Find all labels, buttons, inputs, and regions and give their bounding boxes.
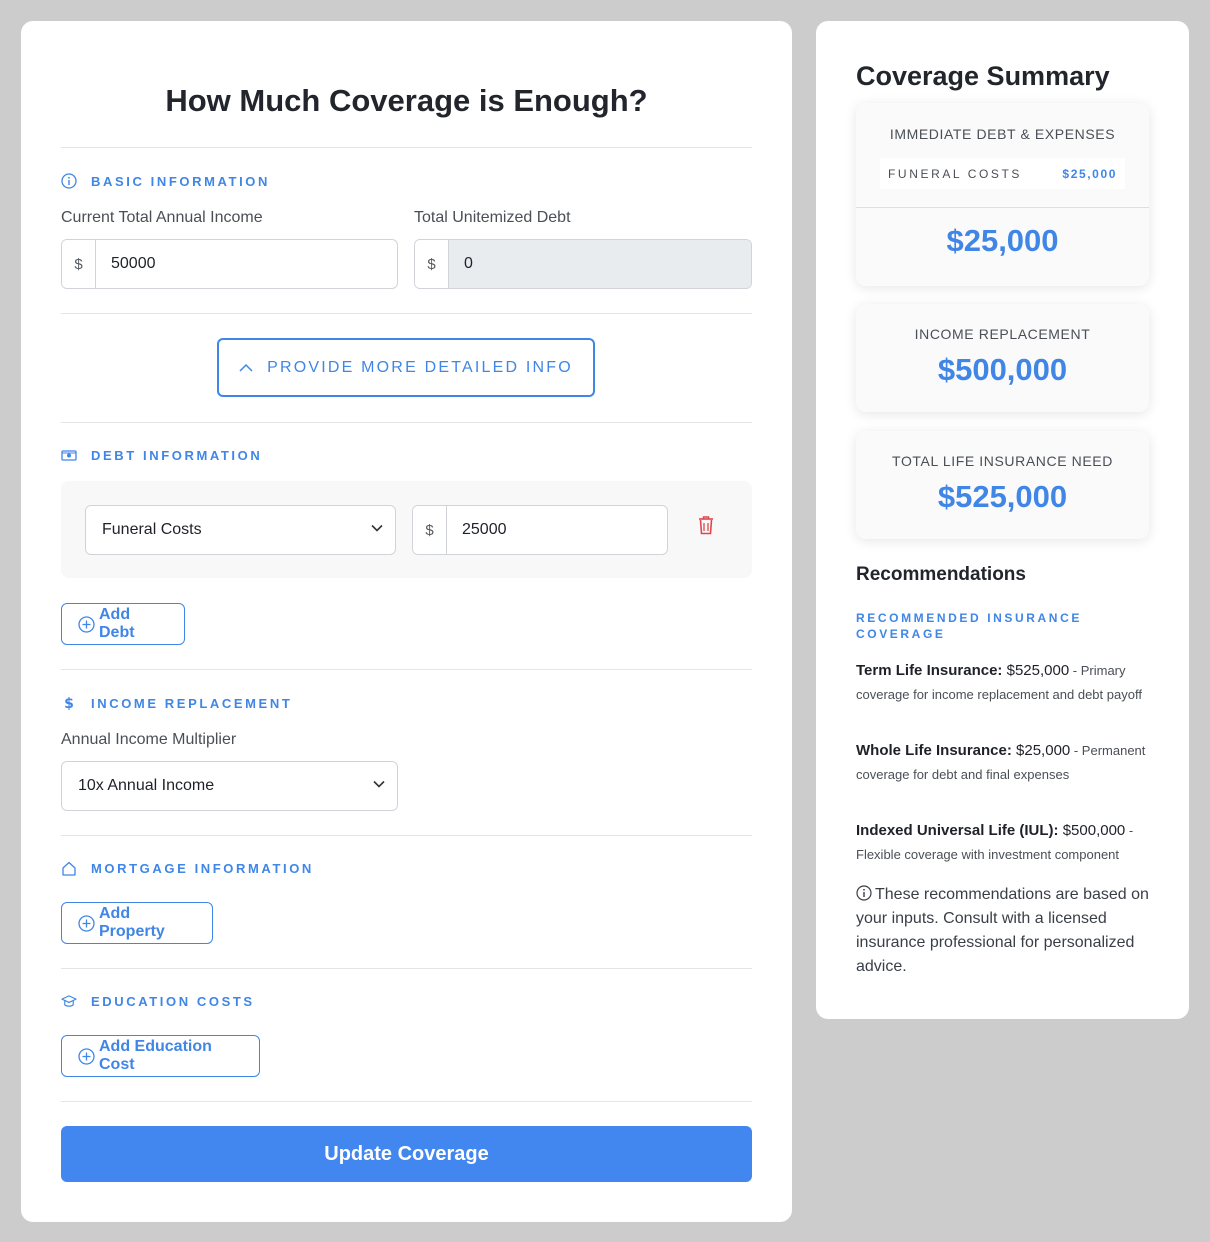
currency-prefix: $ [415,240,449,288]
recommendation-amount: $25,000 [1011,742,1071,759]
add-debt-button[interactable]: Add Debt [61,603,185,645]
divider [856,207,1149,208]
funeral-costs-value: $25,000 [1062,166,1117,181]
recommendation-name: Term Life Insurance: [856,662,1003,679]
income-label: Current Total Annual Income [61,209,263,226]
page-title: How Much Coverage is Enough? [165,83,648,118]
section-heading: DEBT INFORMATION [91,447,263,463]
income-multiplier-selected: 10x Annual Income [78,777,215,794]
divider [61,422,752,423]
recommendation-iul: Indexed Universal Life (IUL): $500,000 -… [856,819,1156,867]
add-debt-label: Add Debt [99,606,135,641]
divider [61,669,752,670]
graduation-cap-icon [61,993,77,1009]
section-basic-information: BASIC INFORMATION [61,171,270,191]
divider [61,835,752,836]
dollar-icon: $ [61,695,77,711]
add-education-cost-button[interactable]: Add Education Cost [61,1035,260,1077]
income-replacement-label: INCOME REPLACEMENT [914,326,1091,342]
svg-text:$: $ [64,696,74,711]
total-need-label: TOTAL LIFE INSURANCE NEED [892,453,1113,469]
recommendation-amount: $525,000 [1002,662,1070,679]
section-heading: MORTGAGE INFORMATION [91,860,314,876]
trash-icon[interactable] [697,515,715,540]
debt-type-select[interactable]: Funeral Costs [85,505,396,555]
section-education-costs: EDUCATION COSTS [61,991,255,1011]
section-debt-information: DEBT INFORMATION [61,445,262,465]
recommendations-note: These recommendations are based on your … [856,883,1151,979]
total-need-box: TOTAL LIFE INSURANCE NEED $525,000 [856,431,1149,539]
plus-circle-icon [78,1047,95,1065]
update-coverage-button[interactable]: Update Coverage [61,1126,752,1182]
unitemized-debt-value: 0 [449,240,751,288]
coverage-form-card: How Much Coverage is Enough? BASIC INFOR… [21,21,792,1222]
recommendation-amount: $500,000 [1058,822,1126,839]
multiplier-label: Annual Income Multiplier [61,731,237,748]
info-icon [61,173,77,189]
section-income-replacement: $ INCOME REPLACEMENT [61,693,292,713]
debt-amount-value[interactable]: 25000 [447,506,667,554]
recommendations-title: Recommendations [856,564,1026,585]
add-education-cost-label: Add Education Cost [99,1038,212,1073]
funeral-costs-label: FUNERAL COSTS [888,166,1023,181]
chevron-up-icon [239,363,253,372]
add-property-label: Add Property [99,905,165,940]
annual-income-input[interactable]: $ 50000 [61,239,398,289]
total-need-value: $525,000 [937,479,1068,514]
summary-title: Coverage Summary [856,61,1110,91]
section-heading: BASIC INFORMATION [91,173,271,189]
recommendations-note-text: These recommendations are based on your … [856,886,1149,975]
immediate-debt-box: IMMEDIATE DEBT & EXPENSES FUNERAL COSTS … [856,103,1149,286]
home-icon [61,860,77,876]
income-replacement-box: INCOME REPLACEMENT $500,000 [856,304,1149,412]
section-mortgage-information: MORTGAGE INFORMATION [61,858,314,878]
provide-more-info-label: PROVIDE MORE DETAILED INFO [267,358,573,376]
chevron-down-icon [373,780,385,788]
income-replacement-value: $500,000 [937,352,1068,387]
unitemized-debt-input: $ 0 [414,239,752,289]
info-icon [856,885,872,901]
recommendation-name: Indexed Universal Life (IUL): [856,822,1059,839]
currency-prefix: $ [62,240,96,288]
divider [61,1101,752,1102]
annual-income-value[interactable]: 50000 [96,240,397,288]
debt-amount-input[interactable]: $ 25000 [412,505,668,555]
immediate-debt-label: IMMEDIATE DEBT & EXPENSES [889,126,1116,142]
divider [61,968,752,969]
recommendation-term-life: Term Life Insurance: $525,000 - Primary … [856,659,1156,707]
section-heading: EDUCATION COSTS [91,993,255,1009]
plus-circle-icon [78,914,95,932]
add-property-button[interactable]: Add Property [61,902,213,944]
debt-label: Total Unitemized Debt [414,209,571,226]
funeral-costs-row: FUNERAL COSTS $25,000 [880,158,1125,189]
money-bill-icon [61,447,77,463]
divider [61,147,752,148]
recommendations-subtitle: RECOMMENDED INSURANCE COVERAGE [856,611,1082,641]
recommendation-whole-life: Whole Life Insurance: $25,000 - Permanen… [856,739,1156,787]
immediate-debt-total: $25,000 [946,223,1059,258]
currency-prefix: $ [413,506,447,554]
recommendation-name: Whole Life Insurance: [856,742,1012,759]
divider [61,313,752,314]
debt-type-selected: Funeral Costs [102,521,202,538]
chevron-down-icon [371,524,383,532]
coverage-summary-card: Coverage Summary IMMEDIATE DEBT & EXPENS… [816,21,1189,1019]
income-multiplier-select[interactable]: 10x Annual Income [61,761,398,811]
section-heading: INCOME REPLACEMENT [91,695,293,711]
provide-more-info-button[interactable]: PROVIDE MORE DETAILED INFO [217,338,595,397]
plus-circle-icon [78,615,95,633]
